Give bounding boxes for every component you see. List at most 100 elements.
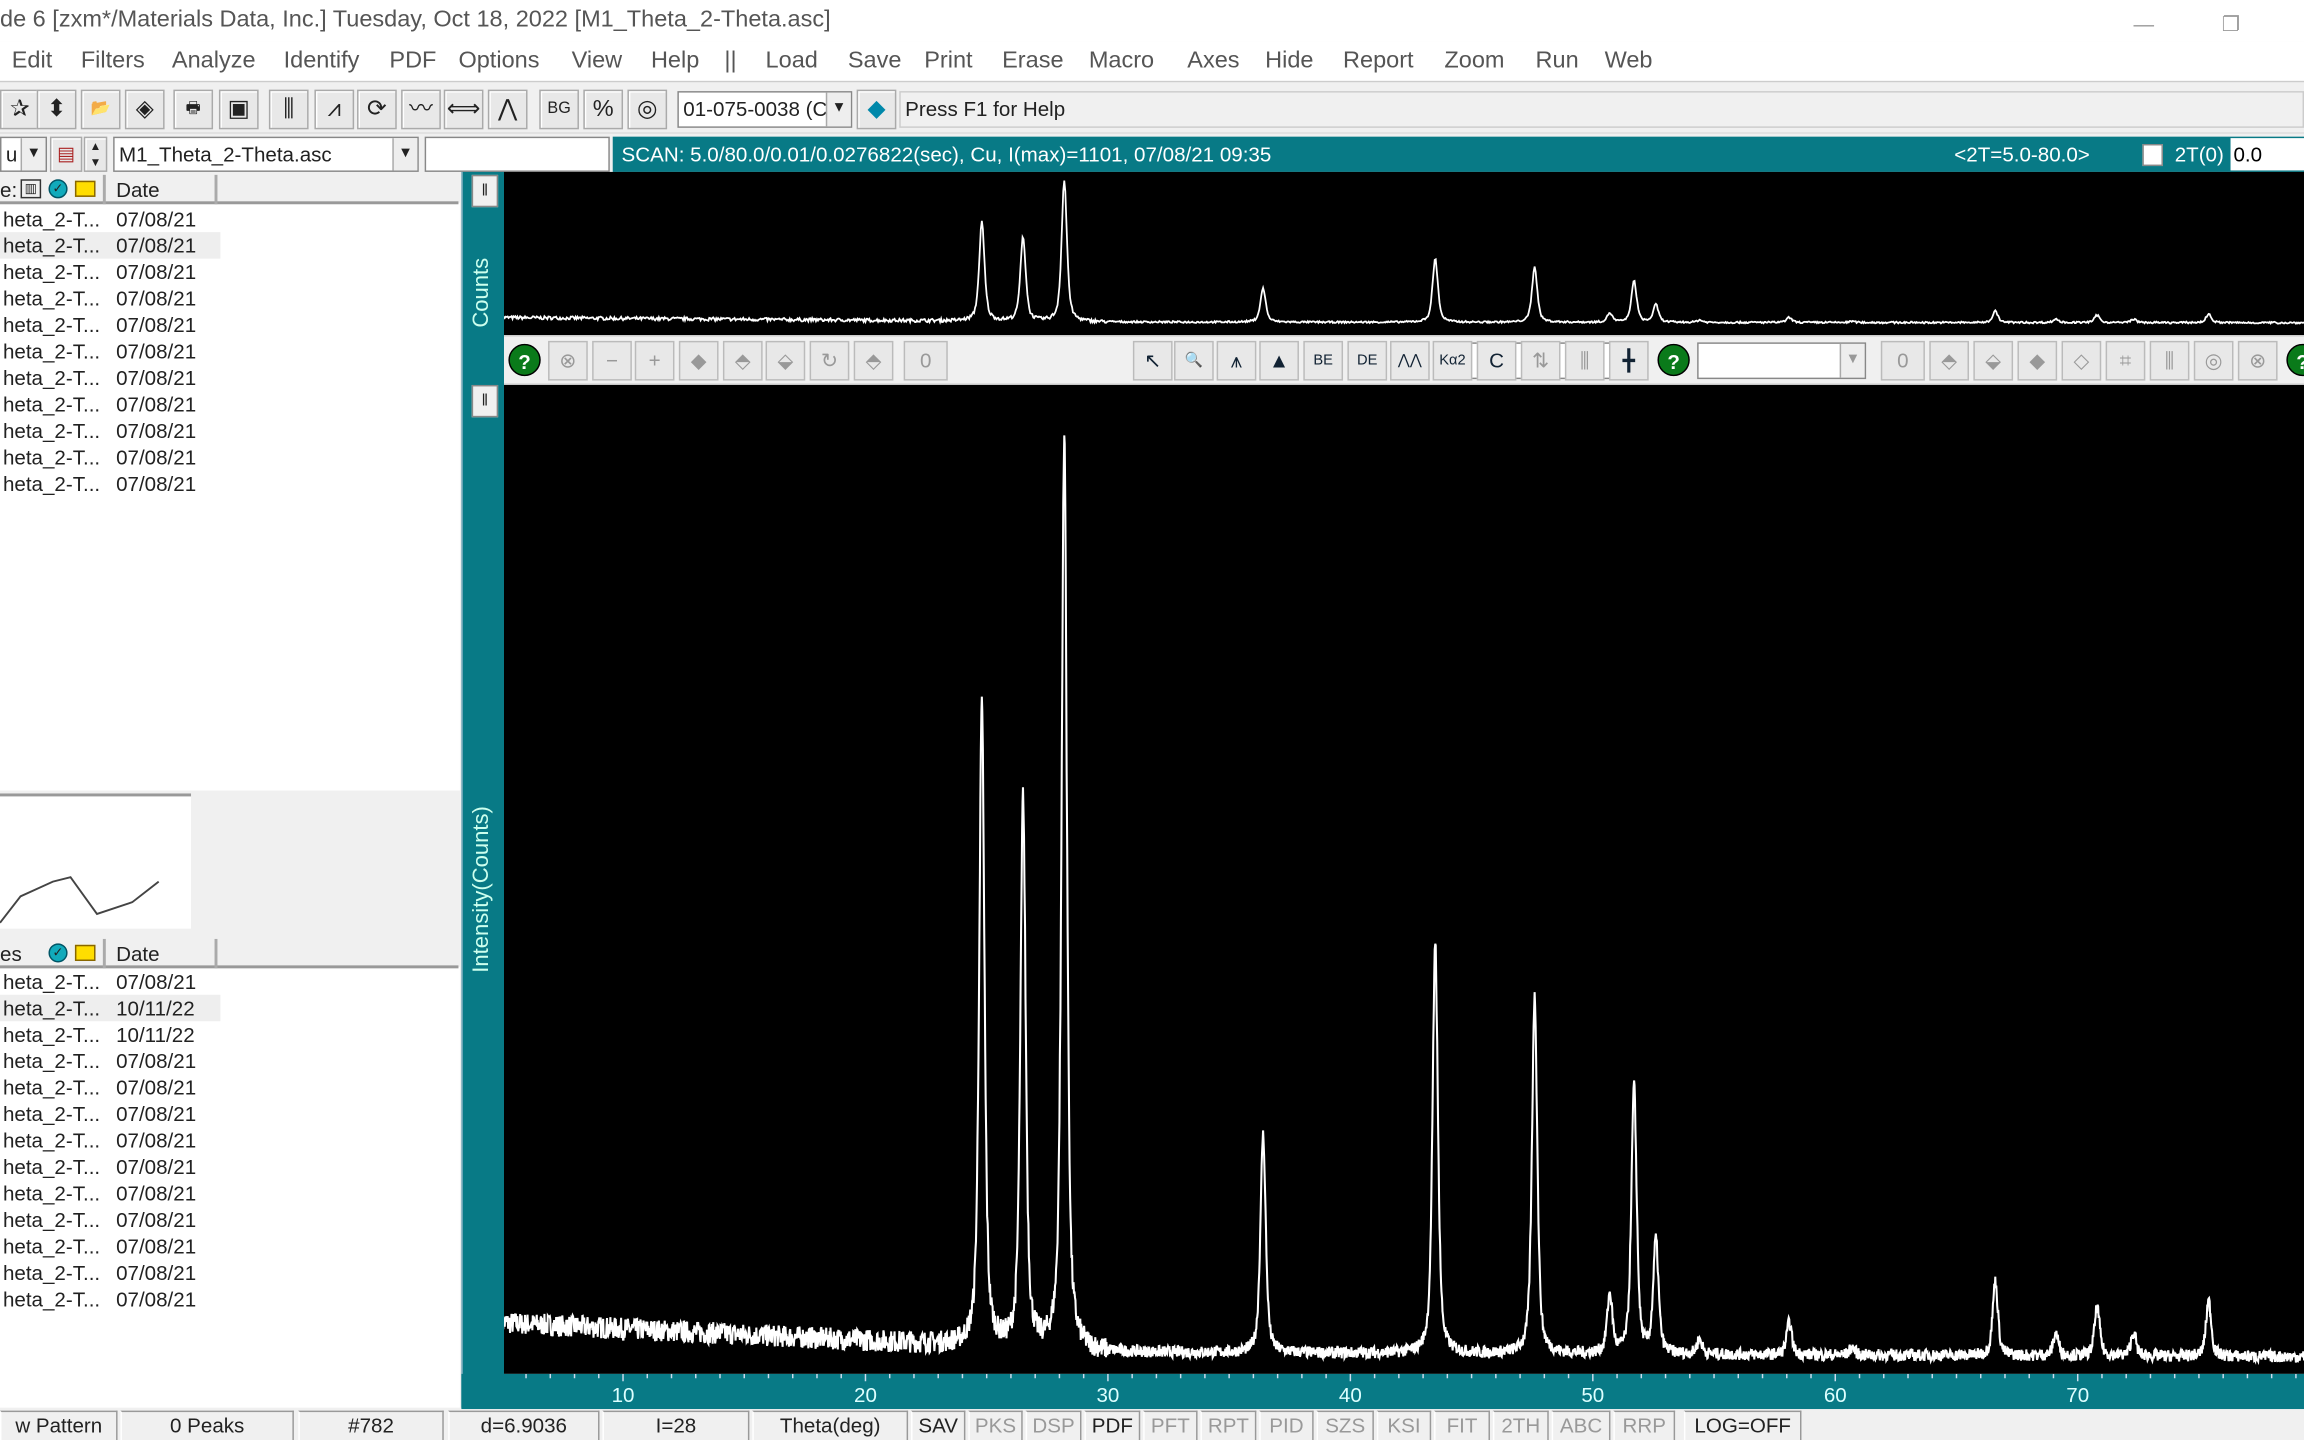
menu-item[interactable]: View [572,41,623,82]
menu-item[interactable]: Print [924,41,972,82]
plus-icon[interactable]: + [634,340,675,381]
list-item[interactable]: heta_2-T... 07/08/21 [0,417,220,443]
list-item[interactable]: heta_2-T... 07/08/21 [0,1286,220,1312]
list-item[interactable]: heta_2-T... 10/11/22 [0,994,221,1022]
menu-item[interactable]: Load [766,41,818,82]
chevron-down-icon[interactable]: ▼ [20,138,46,171]
menu-item[interactable]: PDF [389,41,436,82]
rotate-icon[interactable]: ↻ [809,340,850,381]
plot-combo[interactable]: ▼ [1697,342,1867,380]
bar-pattern-icon[interactable]: ⫼ [268,89,309,130]
save-disk-icon[interactable]: ▣ [218,89,259,130]
menu-item[interactable]: Report [1343,41,1414,82]
date-column-header[interactable]: Date [116,175,159,204]
updown-icon[interactable]: ⬙ [765,340,806,381]
list-item[interactable]: heta_2-T... 07/08/21 [0,285,220,311]
pdf-drop-icon[interactable]: ◆ [856,89,897,130]
menu-item[interactable]: Options [458,41,539,82]
list-item[interactable]: heta_2-T... 07/08/21 [0,470,220,496]
menu-item[interactable]: Zoom [1444,41,1504,82]
overview-plot[interactable] [501,171,2304,336]
up2-icon[interactable]: ⬘ [1929,340,1969,381]
menu-item[interactable]: Edit [12,41,53,82]
shift-icon[interactable]: ⬘ [853,340,894,381]
file-combo[interactable]: M1_Theta_2-Theta.asc ▼ [113,136,419,172]
lr2-icon[interactable]: ◆ [2017,340,2058,381]
plot-number-field-2[interactable]: 0 [1880,340,1925,381]
bars-icon[interactable]: ⫼ [1564,340,1605,381]
minimize-button[interactable]: — [2134,3,2155,44]
updown2-icon[interactable]: ⬙ [1973,340,2014,381]
peaks-icon[interactable]: ⋀ [487,89,528,130]
print-icon[interactable]: 🖶 [173,89,214,130]
list-item[interactable]: heta_2-T... 07/08/21 [0,259,220,285]
name-column-header[interactable]: e: [0,175,17,204]
menu-item[interactable]: Identify [284,41,360,82]
restore-button[interactable]: ❐ [2222,3,2240,44]
peak-marker-icon[interactable]: ⩚ [1216,340,1257,381]
de-icon[interactable]: DE [1347,340,1388,381]
list-item[interactable]: heta_2-T... 10/11/22 [0,1021,220,1047]
chevron-down-icon[interactable]: ▼ [825,92,851,127]
zoom-icon[interactable]: 🔍 [1174,340,1214,381]
chevron-down-icon[interactable]: ▼ [392,138,418,171]
erase-icon[interactable]: ◈ [124,89,165,130]
list-item[interactable]: heta_2-T... 07/08/21 [0,206,220,232]
list-item[interactable]: heta_2-T... 07/08/21 [0,1259,220,1285]
name-column-header[interactable]: es [0,939,22,968]
fill-peak-icon[interactable]: ▲ [1259,340,1299,381]
help-icon[interactable]: ? [508,343,541,377]
list-item[interactable]: heta_2-T... 07/08/21 [0,1074,220,1100]
doublet-icon[interactable]: ⋀⋀ [1390,340,1430,381]
cursor-icon[interactable]: ↖ [1132,340,1173,381]
list-item[interactable]: heta_2-T... 07/08/21 [0,391,220,417]
menu-item[interactable]: Analyze [172,41,256,82]
list-item[interactable]: heta_2-T... 07/08/21 [0,1101,220,1127]
lr3-icon[interactable]: ◇ [2061,340,2102,381]
list-item[interactable]: heta_2-T... 07/08/21 [0,1233,220,1259]
twotheta-checkbox[interactable] [2142,144,2163,167]
list-item[interactable]: heta_2-T... 07/08/21 [0,364,220,390]
pdf-card-combo[interactable]: 01-075-0038 (C ▼ [677,91,853,128]
help2-icon[interactable]: ? [1657,343,1690,377]
menu-item[interactable]: Web [1605,41,1653,82]
refresh-icon[interactable]: ⟳ [357,89,397,130]
list-item[interactable]: heta_2-T... 07/08/21 [0,968,220,994]
plot-number-field[interactable]: 0 [903,340,948,381]
list-item[interactable]: heta_2-T... 07/08/21 [0,338,220,364]
list-item[interactable]: heta_2-T... 07/08/21 [0,1127,220,1153]
chevron-down-icon[interactable]: ▼ [1839,343,1865,378]
help3-icon[interactable]: ? [2286,343,2304,377]
list-item[interactable]: heta_2-T... 07/08/21 [0,1048,220,1074]
overview-scale-button[interactable]: ǁ [471,174,499,208]
up-down-icon[interactable]: ⬍ [36,89,77,130]
list-item[interactable]: heta_2-T... 07/08/21 [0,1180,220,1206]
crosshair-icon[interactable]: ╋ [1608,340,1649,381]
list-item[interactable]: heta_2-T... 07/08/21 [0,1206,220,1232]
minus-icon[interactable]: − [592,340,632,381]
star-filter-icon[interactable]: ✰ [0,89,40,130]
blank-input[interactable] [424,136,610,172]
left-right-icon[interactable]: ◆ [678,340,719,381]
menu-item[interactable]: Hide [1265,41,1313,82]
list-item[interactable]: heta_2-T... 07/08/21 [0,444,220,470]
menu-item[interactable]: Axes [1187,41,1239,82]
background-icon[interactable]: BG [539,89,579,130]
left-combo[interactable]: u ▼ [0,136,48,172]
menu-item[interactable]: Run [1536,41,1579,82]
notes-icon[interactable]: ▤ [49,136,83,172]
up-icon[interactable]: ⬘ [722,340,763,381]
twotheta-zero-input[interactable]: 0.0 [2230,138,2304,171]
date-column-header[interactable]: Date [116,939,159,968]
c-icon[interactable]: C [1476,340,1517,381]
disc2-icon[interactable]: ◎ [2193,340,2234,381]
align-icon[interactable]: ⟺ [443,89,484,130]
noise-icon[interactable]: 〰 [401,89,441,130]
list-item[interactable]: heta_2-T... 07/08/21 [0,312,220,338]
main-plot[interactable] [500,384,2304,1374]
menu-item[interactable]: Filters [81,41,145,82]
be-icon[interactable]: BE [1303,340,1344,381]
ka2-icon[interactable]: Kα2 [1432,340,1473,381]
list-item[interactable]: heta_2-T... 07/08/21 [0,232,221,259]
open-folder-icon[interactable]: 📂 [80,89,121,130]
